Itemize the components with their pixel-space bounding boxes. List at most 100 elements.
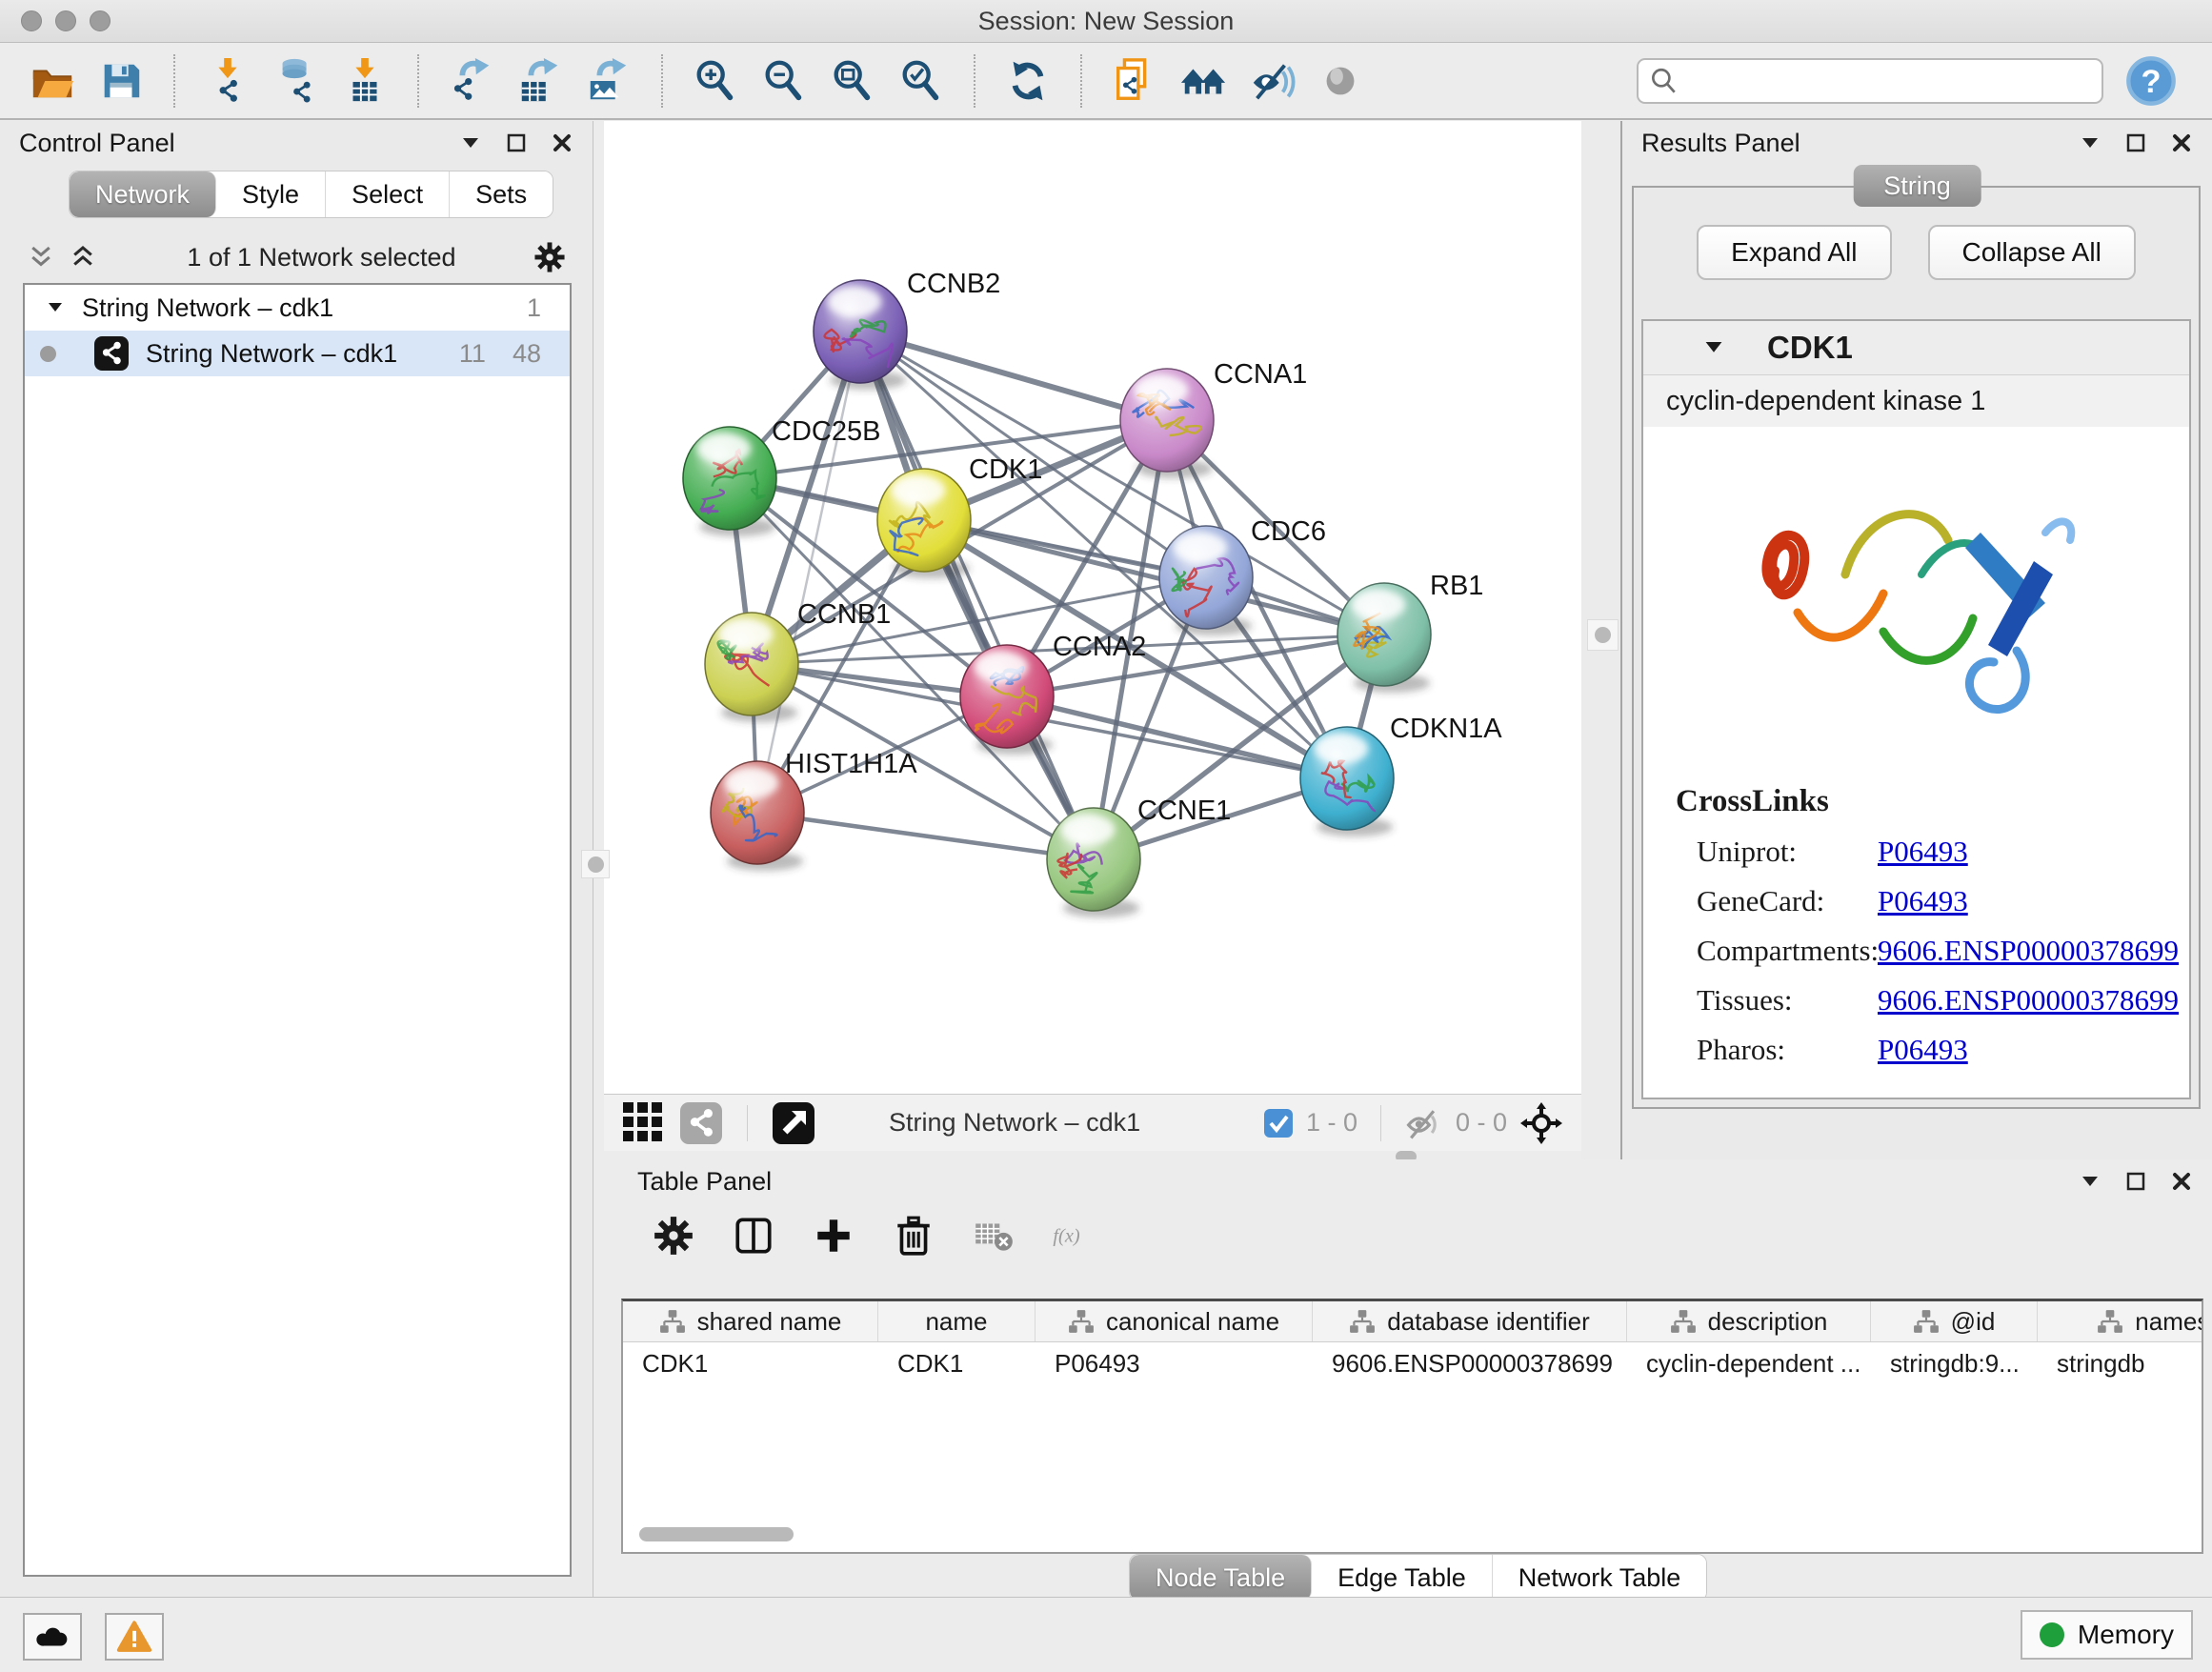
edge-HIST1H1A-CCNE1[interactable] bbox=[757, 813, 1094, 859]
eye-disabled-icon[interactable] bbox=[1311, 53, 1370, 109]
tab-network[interactable]: Network bbox=[70, 171, 216, 217]
tab-node-table[interactable]: Node Table bbox=[1130, 1555, 1312, 1601]
collapse-all-button[interactable]: Collapse All bbox=[1928, 225, 2136, 280]
search-input[interactable] bbox=[1637, 58, 2103, 104]
column-header-canonical-name[interactable]: canonical name bbox=[1036, 1301, 1313, 1341]
duplicate-network-icon[interactable] bbox=[1105, 53, 1164, 109]
table-cell[interactable]: 9606.ENSP00000378699 bbox=[1313, 1342, 1627, 1384]
network-row-selected[interactable]: String Network – cdk1 11 48 bbox=[25, 331, 570, 376]
save-session-icon[interactable] bbox=[91, 53, 151, 109]
close-panel-icon[interactable] bbox=[551, 131, 573, 154]
warnings-button[interactable] bbox=[105, 1613, 164, 1661]
gene-section-header[interactable]: CDK1 bbox=[1643, 321, 2189, 375]
table-row[interactable]: CDK1CDK1P064939606.ENSP00000378699cyclin… bbox=[623, 1342, 2202, 1384]
crosslink-value-link[interactable]: P06493 bbox=[1878, 835, 1968, 869]
node-CCNB2[interactable]: CCNB2 bbox=[814, 269, 1000, 390]
edge-CCNB2-CCNA1[interactable] bbox=[860, 332, 1167, 420]
cloud-button[interactable] bbox=[23, 1613, 82, 1661]
collapse-panel-icon[interactable] bbox=[459, 131, 482, 154]
table-cell[interactable]: CDK1 bbox=[623, 1342, 878, 1384]
zoom-out-icon[interactable] bbox=[754, 53, 814, 109]
fit-selected-crosshair-icon[interactable] bbox=[1520, 1102, 1562, 1144]
expand-all-button[interactable]: Expand All bbox=[1697, 225, 1891, 280]
selected-checkbox-icon[interactable] bbox=[1264, 1109, 1293, 1138]
node-CCNB1[interactable]: CCNB1 bbox=[705, 599, 891, 722]
crosslink-value-link[interactable]: 9606.ENSP00000378699 bbox=[1878, 934, 2179, 968]
collapse-panel-icon[interactable] bbox=[2079, 1170, 2101, 1193]
column-header-shared-name[interactable]: shared name bbox=[623, 1301, 878, 1341]
network-canvas[interactable]: CCNB2CCNA1CDC25BCDK1CDC6RB1CCNB1CCNA2CDK… bbox=[604, 121, 1581, 1094]
node-table[interactable]: shared namenamecanonical namedatabase id… bbox=[621, 1299, 2203, 1554]
open-file-icon[interactable] bbox=[23, 53, 82, 109]
node-CDKN1A[interactable]: CDKN1A bbox=[1300, 714, 1502, 836]
table-cell[interactable]: stringdb bbox=[2038, 1342, 2203, 1384]
export-image-icon[interactable] bbox=[579, 53, 638, 109]
node-HIST1H1A[interactable]: HIST1H1A bbox=[711, 749, 917, 871]
import-network-icon[interactable] bbox=[198, 53, 257, 109]
tab-network-table[interactable]: Network Table bbox=[1493, 1555, 1707, 1601]
zoom-in-icon[interactable] bbox=[686, 53, 745, 109]
collapse-all-networks-icon[interactable] bbox=[27, 243, 55, 272]
network-options-gear-icon[interactable] bbox=[533, 240, 567, 274]
import-table-icon[interactable] bbox=[335, 53, 394, 109]
left-splitter-grip[interactable] bbox=[581, 850, 610, 878]
close-panel-icon[interactable] bbox=[2170, 1170, 2193, 1193]
network-share-icon[interactable] bbox=[680, 1102, 722, 1144]
right-splitter-grip[interactable] bbox=[1587, 619, 1619, 651]
hide-eye-icon[interactable] bbox=[1242, 53, 1301, 109]
float-panel-icon[interactable] bbox=[505, 131, 528, 154]
crosslink-value-link[interactable]: P06493 bbox=[1878, 884, 1968, 918]
gene-description: cyclin-dependent kinase 1 bbox=[1643, 375, 2189, 427]
network-graph[interactable]: CCNB2CCNA1CDC25BCDK1CDC6RB1CCNB1CCNA2CDK… bbox=[604, 121, 1581, 1094]
column-header-@id[interactable]: @id bbox=[1871, 1301, 2038, 1341]
tab-string[interactable]: String bbox=[1853, 165, 1981, 207]
grid-view-icon[interactable] bbox=[623, 1102, 665, 1144]
zoom-fit-icon[interactable] bbox=[823, 53, 882, 109]
float-panel-icon[interactable] bbox=[2124, 131, 2147, 154]
refresh-icon[interactable] bbox=[998, 53, 1057, 109]
table-cell[interactable]: stringdb:9... bbox=[1871, 1342, 2038, 1384]
crosslink-value-link[interactable]: 9606.ENSP00000378699 bbox=[1878, 983, 2179, 1017]
tab-sets[interactable]: Sets bbox=[450, 171, 553, 217]
edge-CCNB2-CCNE1[interactable] bbox=[860, 332, 1094, 859]
add-column-icon[interactable] bbox=[811, 1213, 856, 1259]
network-collection-row[interactable]: String Network – cdk1 1 bbox=[25, 285, 570, 331]
expand-all-networks-icon[interactable] bbox=[69, 243, 97, 272]
column-header-name[interactable]: name bbox=[878, 1301, 1036, 1341]
expander-icon[interactable] bbox=[46, 298, 65, 317]
node-CDC6[interactable]: CDC6 bbox=[1159, 516, 1326, 635]
homes-icon[interactable] bbox=[1174, 53, 1233, 109]
crosslink-label: Pharos: bbox=[1697, 1033, 1878, 1067]
crosslink-value-link[interactable]: P06493 bbox=[1878, 1033, 1968, 1067]
table-cell[interactable]: cyclin-dependent ... bbox=[1627, 1342, 1871, 1384]
column-header-database-identifier[interactable]: database identifier bbox=[1313, 1301, 1627, 1341]
import-database-icon[interactable] bbox=[267, 53, 326, 109]
collapse-panel-icon[interactable] bbox=[2079, 131, 2101, 154]
help-button[interactable]: ? bbox=[2124, 54, 2178, 108]
split-columns-icon[interactable] bbox=[731, 1213, 776, 1259]
node-CCNA1[interactable]: CCNA1 bbox=[1120, 359, 1307, 478]
tab-style[interactable]: Style bbox=[216, 171, 326, 217]
table-cell[interactable]: P06493 bbox=[1036, 1342, 1313, 1384]
export-network-icon[interactable] bbox=[442, 53, 501, 109]
search-field[interactable] bbox=[1679, 65, 2092, 96]
export-table-icon[interactable] bbox=[511, 53, 570, 109]
column-header-description[interactable]: description bbox=[1627, 1301, 1871, 1341]
memory-button[interactable]: Memory bbox=[2021, 1610, 2193, 1660]
node-RB1[interactable]: RB1 bbox=[1337, 571, 1483, 693]
tab-select[interactable]: Select bbox=[326, 171, 450, 217]
edge-CCNB2-HIST1H1A[interactable] bbox=[757, 332, 860, 813]
zoom-selected-icon[interactable] bbox=[892, 53, 951, 109]
collapse-section-icon[interactable] bbox=[1702, 336, 1725, 359]
horizontal-scrollbar[interactable] bbox=[639, 1527, 794, 1541]
birds-eye-view-icon[interactable] bbox=[773, 1102, 814, 1144]
close-panel-icon[interactable] bbox=[2170, 131, 2193, 154]
gear-icon[interactable] bbox=[651, 1213, 696, 1259]
node-label-CDKN1A: CDKN1A bbox=[1390, 714, 1502, 744]
table-cell[interactable]: CDK1 bbox=[878, 1342, 1036, 1384]
tab-edge-table[interactable]: Edge Table bbox=[1312, 1555, 1493, 1601]
float-panel-icon[interactable] bbox=[2124, 1170, 2147, 1193]
node-CCNE1[interactable]: CCNE1 bbox=[1047, 796, 1231, 917]
trash-icon[interactable] bbox=[891, 1213, 936, 1259]
column-header-namespace[interactable]: namespace bbox=[2038, 1301, 2203, 1341]
